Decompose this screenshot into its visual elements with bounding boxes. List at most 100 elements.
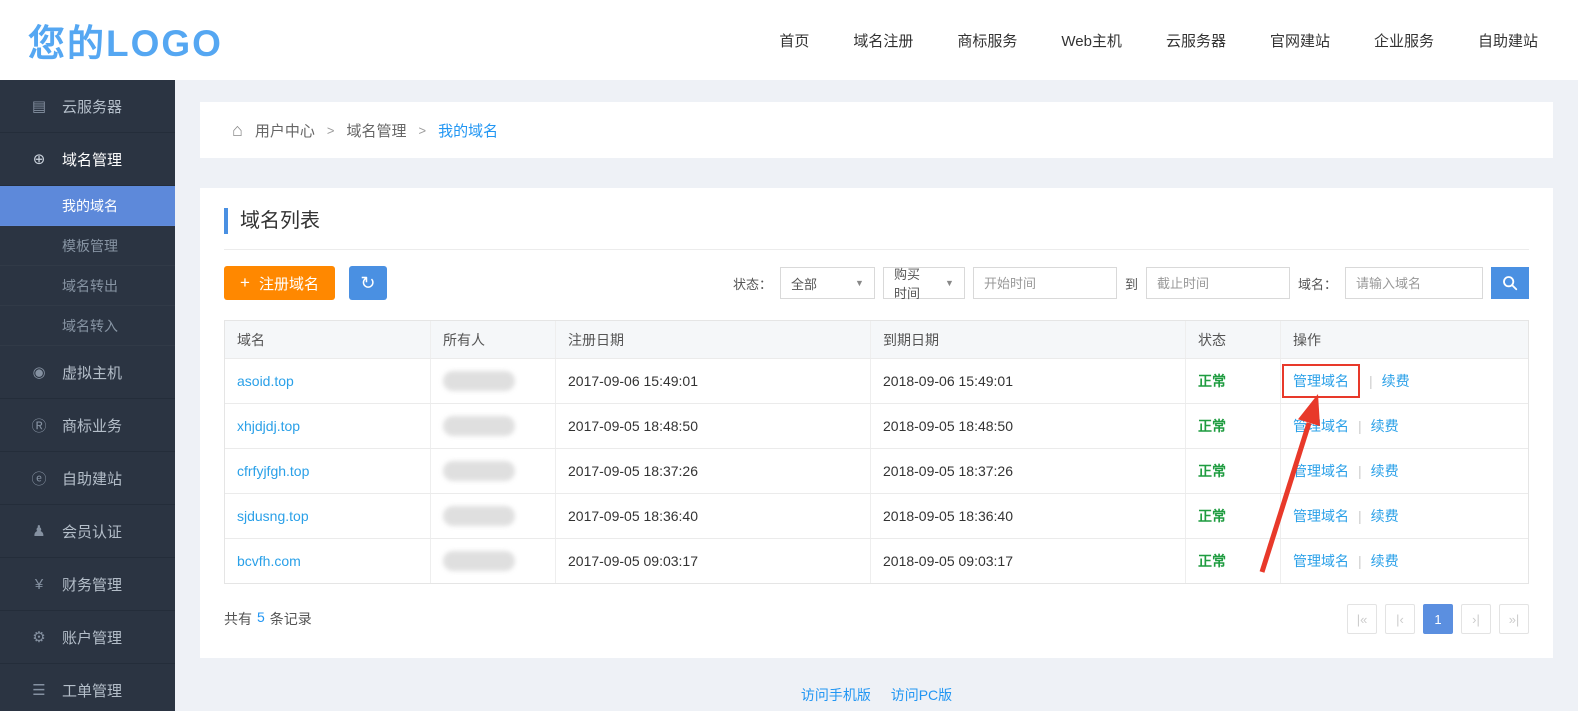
manage-domain-link[interactable]: 管理域名 <box>1293 506 1349 526</box>
registered-date: 2017-09-05 18:36:40 <box>555 494 870 538</box>
register-domain-button[interactable]: + 注册域名 <box>224 266 335 300</box>
time-type-select[interactable]: 购买时间 ▼ <box>883 267 965 299</box>
owner-redacted <box>443 416 515 436</box>
breadcrumb-user-center[interactable]: 用户中心 <box>255 120 315 141</box>
footer-mobile-link[interactable]: 访问手机版 <box>801 687 871 703</box>
sidebar-item-label: 账户管理 <box>62 627 122 648</box>
yuan-icon: ¥ <box>30 576 48 593</box>
pagination: |« |‹ 1 ›| »| <box>1347 604 1529 634</box>
sidebar-item-account-management[interactable]: ⚙ 账户管理 <box>0 611 175 664</box>
last-page-button[interactable]: »| <box>1499 604 1529 634</box>
table-row: bcvfh.com 2017-09-05 09:03:17 2018-09-05… <box>225 538 1528 583</box>
renew-link[interactable]: 续费 <box>1371 551 1399 571</box>
sidebar-item-label: 虚拟主机 <box>62 362 122 383</box>
breadcrumb-separator: > <box>327 123 335 138</box>
content-area: ⌂ 用户中心 > 域名管理 > 我的域名 域名列表 + 注册域名 ↻ <box>175 80 1578 711</box>
renew-link[interactable]: 续费 <box>1371 416 1399 436</box>
ticket-icon: ☰ <box>30 681 48 699</box>
owner-redacted <box>443 506 515 526</box>
sidebar-subitem-domain-transfer-out[interactable]: 域名转出 <box>0 266 175 306</box>
sidebar-subitem-domain-transfer-in[interactable]: 域名转入 <box>0 306 175 346</box>
record-count-suffix: 条记录 <box>270 609 312 629</box>
manage-domain-link[interactable]: 管理域名 <box>1293 461 1349 481</box>
domain-link[interactable]: sjdusng.top <box>237 508 309 524</box>
footer: 访问手机版 访问PC版 <box>200 685 1553 705</box>
sidebar-subitem-template-management[interactable]: 模板管理 <box>0 226 175 266</box>
registered-date: 2017-09-05 09:03:17 <box>555 539 870 583</box>
next-page-button[interactable]: ›| <box>1461 604 1491 634</box>
domain-link[interactable]: cfrfyjfgh.top <box>237 463 309 479</box>
nav-web-hosting[interactable]: Web主机 <box>1061 30 1122 51</box>
prev-page-button[interactable]: |‹ <box>1385 604 1415 634</box>
breadcrumb-domain-management[interactable]: 域名管理 <box>346 120 406 141</box>
domain-search-input[interactable] <box>1345 267 1483 299</box>
sidebar-item-finance-management[interactable]: ¥ 财务管理 <box>0 558 175 611</box>
domain-list-card: 域名列表 + 注册域名 ↻ 状态： 全部 ▼ <box>200 188 1553 658</box>
breadcrumb-my-domains[interactable]: 我的域名 <box>438 120 498 141</box>
member-icon: ♟ <box>30 522 48 540</box>
renew-link[interactable]: 续费 <box>1371 506 1399 526</box>
domain-link[interactable]: asoid.top <box>237 373 294 389</box>
status-select[interactable]: 全部 ▼ <box>780 267 875 299</box>
table-row: cfrfyjfgh.top 2017-09-05 18:37:26 2018-0… <box>225 448 1528 493</box>
sidebar-item-site-builder[interactable]: ⓔ 自助建站 <box>0 452 175 505</box>
refresh-button[interactable]: ↻ <box>349 266 387 300</box>
server-icon: ▤ <box>30 97 48 115</box>
status-filter-label: 状态： <box>733 274 772 293</box>
nav-cloud-server[interactable]: 云服务器 <box>1166 30 1226 51</box>
manage-domain-link[interactable]: 管理域名 <box>1293 371 1349 391</box>
record-count-value: 5 <box>257 609 265 629</box>
col-header-owner: 所有人 <box>430 321 555 358</box>
chevron-down-icon: ▼ <box>855 278 864 288</box>
sidebar-item-label: 云服务器 <box>62 96 122 117</box>
footer-pc-link[interactable]: 访问PC版 <box>891 687 952 703</box>
search-icon <box>1501 274 1519 292</box>
plus-icon: + <box>240 273 250 293</box>
sidebar-item-virtual-host[interactable]: ◉ 虚拟主机 <box>0 346 175 399</box>
renew-link[interactable]: 续费 <box>1382 371 1410 391</box>
table-footer: 共有 5 条记录 |« |‹ 1 ›| »| <box>224 604 1529 634</box>
manage-domain-link[interactable]: 管理域名 <box>1293 551 1349 571</box>
col-header-status: 状态 <box>1185 321 1280 358</box>
action-separator: | <box>1369 373 1373 389</box>
search-button[interactable] <box>1491 267 1529 299</box>
register-domain-label: 注册域名 <box>259 273 319 294</box>
filter-group: 状态： 全部 ▼ 购买时间 ▼ 到 域名： <box>733 267 1529 299</box>
manage-domain-link[interactable]: 管理域名 <box>1293 416 1349 436</box>
toolbar: + 注册域名 ↻ 状态： 全部 ▼ 购买时间 ▼ <box>224 266 1529 300</box>
nav-self-site[interactable]: 自助建站 <box>1478 30 1538 51</box>
owner-redacted <box>443 461 515 481</box>
col-header-domain: 域名 <box>225 321 430 358</box>
first-page-button[interactable]: |« <box>1347 604 1377 634</box>
nav-home[interactable]: 首页 <box>779 30 809 51</box>
table-row: xhjdjdj.top 2017-09-05 18:48:50 2018-09-… <box>225 403 1528 448</box>
nav-domain-register[interactable]: 域名注册 <box>853 30 913 51</box>
sidebar-item-trademark-business[interactable]: Ⓡ 商标业务 <box>0 399 175 452</box>
start-time-input[interactable] <box>973 267 1117 299</box>
domain-link[interactable]: bcvfh.com <box>237 553 301 569</box>
sidebar-item-cloud-server[interactable]: ▤ 云服务器 <box>0 80 175 133</box>
annotation-red-box: 管理域名 <box>1282 364 1360 398</box>
current-page-button[interactable]: 1 <box>1423 604 1453 634</box>
nav-official-site[interactable]: 官网建站 <box>1270 30 1330 51</box>
renew-link[interactable]: 续费 <box>1371 461 1399 481</box>
breadcrumb: ⌂ 用户中心 > 域名管理 > 我的域名 <box>200 102 1553 158</box>
registered-date: 2017-09-06 15:49:01 <box>555 359 870 403</box>
col-header-registered: 注册日期 <box>555 321 870 358</box>
expire-date: 2018-09-06 15:49:01 <box>870 359 1185 403</box>
status-badge: 正常 <box>1198 371 1226 391</box>
action-separator: | <box>1358 508 1362 524</box>
nav-trademark-service[interactable]: 商标服务 <box>957 30 1017 51</box>
owner-redacted <box>443 551 515 571</box>
end-time-input[interactable] <box>1146 267 1290 299</box>
home-icon: ⌂ <box>232 120 243 141</box>
domain-link[interactable]: xhjdjdj.top <box>237 418 300 434</box>
sidebar-item-label: 财务管理 <box>62 574 122 595</box>
nav-enterprise-service[interactable]: 企业服务 <box>1374 30 1434 51</box>
sidebar-item-member-verification[interactable]: ♟ 会员认证 <box>0 505 175 558</box>
sidebar-item-domain-management[interactable]: ⊕ 域名管理 <box>0 133 175 186</box>
sidebar-item-ticket-management[interactable]: ☰ 工单管理 <box>0 664 175 711</box>
sidebar-subitem-my-domains[interactable]: 我的域名 <box>0 186 175 226</box>
sitebuilder-icon: ⓔ <box>30 468 48 489</box>
range-join-label: 到 <box>1125 274 1138 293</box>
